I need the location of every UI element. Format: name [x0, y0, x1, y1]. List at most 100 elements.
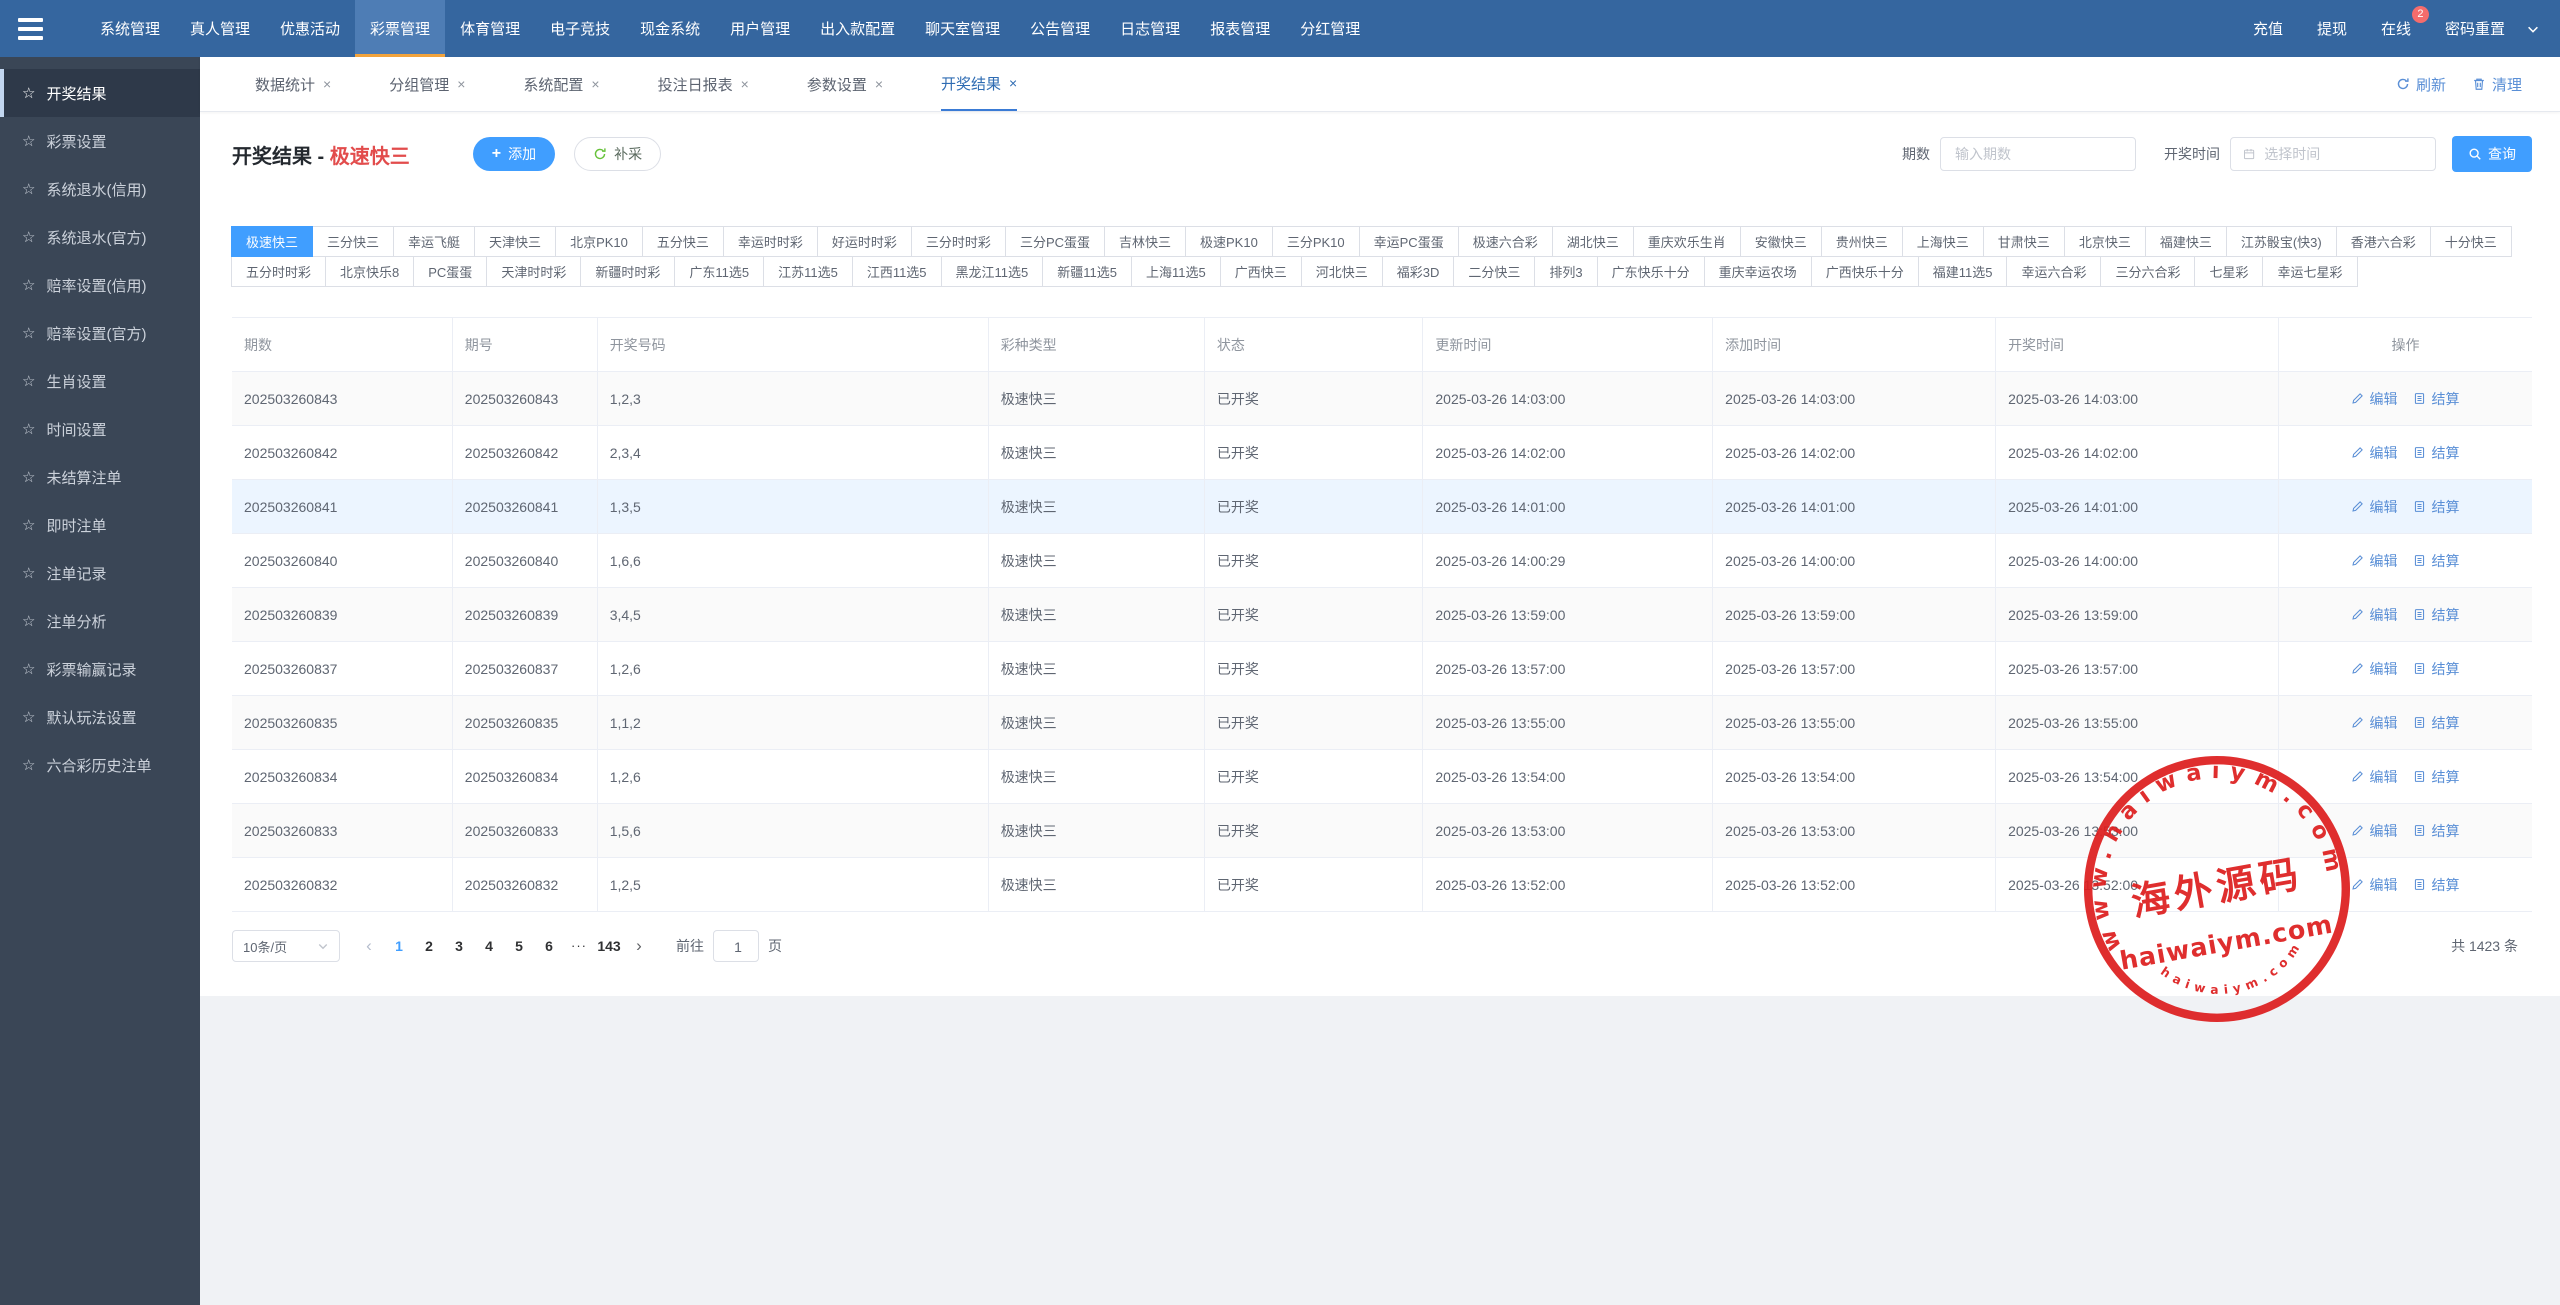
lottery-type-tab[interactable]: 湖北快三 [1552, 226, 1634, 257]
close-icon[interactable]: × [591, 76, 599, 92]
view-tab[interactable]: 开奖结果 × [941, 57, 1017, 111]
lottery-type-tab[interactable]: 新疆11选5 [1042, 256, 1132, 287]
goto-page-input[interactable] [714, 931, 762, 963]
settle-link[interactable]: 结算 [2413, 821, 2459, 841]
navbar-right-item[interactable]: 充值 [2236, 0, 2300, 57]
close-icon[interactable]: × [457, 76, 465, 92]
lottery-type-tab[interactable]: 福彩3D [1382, 256, 1455, 287]
lottery-type-tab[interactable]: 幸运飞艇 [393, 226, 475, 257]
close-icon[interactable]: × [875, 76, 883, 92]
lottery-type-tab[interactable]: 十分快三 [2430, 226, 2512, 257]
sidebar-item[interactable]: ☆ 彩票设置 [0, 117, 200, 165]
page-number[interactable]: 5 [504, 930, 534, 962]
edit-link[interactable]: 编辑 [2351, 767, 2397, 787]
sidebar-item[interactable]: ☆ 生肖设置 [0, 357, 200, 405]
lottery-type-tab[interactable]: 黑龙江11选5 [941, 256, 1044, 287]
sidebar-item[interactable]: ☆ 赔率设置(官方) [0, 309, 200, 357]
lottery-type-tab[interactable]: 福建11选5 [1918, 256, 2008, 287]
sidebar-item[interactable]: ☆ 系统退水(信用) [0, 165, 200, 213]
lottery-type-tab[interactable]: 甘肃快三 [1983, 226, 2065, 257]
page-number[interactable]: 3 [444, 930, 474, 962]
page-number[interactable]: 4 [474, 930, 504, 962]
navbar-item[interactable]: 日志管理 [1105, 0, 1195, 57]
clear-button[interactable]: 清理 [2472, 74, 2522, 95]
navbar-item[interactable]: 优惠活动 [265, 0, 355, 57]
edit-link[interactable]: 编辑 [2351, 497, 2397, 517]
settle-link[interactable]: 结算 [2413, 551, 2459, 571]
chevron-down-icon[interactable] [2522, 0, 2560, 57]
settle-link[interactable]: 结算 [2413, 659, 2459, 679]
page-size-select[interactable]: 10条/页 [232, 930, 340, 962]
sidebar-item[interactable]: ☆ 默认玩法设置 [0, 693, 200, 741]
edit-link[interactable]: 编辑 [2351, 659, 2397, 679]
view-tab[interactable]: 参数设置 × [807, 57, 883, 111]
edit-link[interactable]: 编辑 [2351, 605, 2397, 625]
page-number[interactable]: 6 [534, 930, 564, 962]
last-page-number[interactable]: 143 [594, 930, 624, 962]
lottery-type-tab[interactable]: 幸运时时彩 [723, 226, 818, 257]
navbar-item[interactable]: 用户管理 [715, 0, 805, 57]
lottery-type-tab[interactable]: 新疆时时彩 [580, 256, 675, 287]
sidebar-item[interactable]: ☆ 系统退水(官方) [0, 213, 200, 261]
lottery-type-tab[interactable]: 江苏骰宝(快3) [2226, 226, 2337, 257]
settle-link[interactable]: 结算 [2413, 767, 2459, 787]
navbar-right-item[interactable]: 密码重置 [2428, 0, 2522, 57]
navbar-item[interactable]: 分红管理 [1285, 0, 1375, 57]
navbar-item[interactable]: 出入款配置 [805, 0, 910, 57]
prev-page-button[interactable]: ‹ [354, 930, 384, 962]
lottery-type-tab[interactable]: 好运时时彩 [817, 226, 912, 257]
sidebar-item[interactable]: ☆ 未结算注单 [0, 453, 200, 501]
navbar-item[interactable]: 彩票管理 [355, 0, 445, 57]
edit-link[interactable]: 编辑 [2351, 713, 2397, 733]
lottery-type-tab[interactable]: 河北快三 [1301, 256, 1383, 287]
next-page-button[interactable]: › [624, 930, 654, 962]
period-input[interactable] [1953, 145, 2123, 163]
close-icon[interactable]: × [741, 76, 749, 92]
lottery-type-tab[interactable]: 三分时时彩 [911, 226, 1006, 257]
lottery-type-tab[interactable]: 贵州快三 [1821, 226, 1903, 257]
edit-link[interactable]: 编辑 [2351, 551, 2397, 571]
lottery-type-tab[interactable]: 广东11选5 [674, 256, 764, 287]
lottery-type-tab[interactable]: 三分PC蛋蛋 [1005, 226, 1105, 257]
refresh-button[interactable]: 刷新 [2396, 74, 2446, 95]
view-tab[interactable]: 投注日报表 × [658, 57, 749, 111]
sidebar-item[interactable]: ☆ 赔率设置(信用) [0, 261, 200, 309]
navbar-item[interactable]: 电子竞技 [535, 0, 625, 57]
view-tab[interactable]: 系统配置 × [523, 57, 599, 111]
lottery-type-tab[interactable]: 三分六合彩 [2100, 256, 2195, 287]
open-time-input[interactable] [2262, 145, 2423, 163]
settle-link[interactable]: 结算 [2413, 713, 2459, 733]
query-button[interactable]: 查询 [2452, 136, 2532, 172]
supplement-button[interactable]: 补采 [574, 137, 661, 171]
lottery-type-tab[interactable]: 五分时时彩 [231, 256, 326, 287]
close-icon[interactable]: × [323, 76, 331, 92]
view-tab[interactable]: 数据统计 × [255, 57, 331, 111]
sidebar-item[interactable]: ☆ 注单分析 [0, 597, 200, 645]
navbar-right-item[interactable]: 提现 [2300, 0, 2364, 57]
hamburger-menu-icon[interactable] [0, 0, 59, 57]
lottery-type-tab[interactable]: 北京快乐8 [325, 256, 414, 287]
page-number[interactable]: 2 [414, 930, 444, 962]
navbar-item[interactable]: 现金系统 [625, 0, 715, 57]
sidebar-item[interactable]: ☆ 彩票输赢记录 [0, 645, 200, 693]
lottery-type-tab[interactable]: 幸运七星彩 [2262, 256, 2357, 287]
lottery-type-tab[interactable]: 广东快乐十分 [1597, 256, 1705, 287]
sidebar-item[interactable]: ☆ 开奖结果 [0, 69, 200, 117]
page-number[interactable]: 1 [384, 930, 414, 962]
lottery-type-tab[interactable]: 天津时时彩 [486, 256, 581, 287]
navbar-item[interactable]: 聊天室管理 [910, 0, 1015, 57]
lottery-type-tab[interactable]: 北京PK10 [555, 226, 643, 257]
edit-link[interactable]: 编辑 [2351, 821, 2397, 841]
lottery-type-tab[interactable]: 排列3 [1534, 256, 1597, 287]
lottery-type-tab[interactable]: 三分快三 [312, 226, 394, 257]
lottery-type-tab[interactable]: 五分快三 [642, 226, 724, 257]
lottery-type-tab[interactable]: 天津快三 [474, 226, 556, 257]
lottery-type-tab[interactable]: 香港六合彩 [2336, 226, 2431, 257]
settle-link[interactable]: 结算 [2413, 443, 2459, 463]
edit-link[interactable]: 编辑 [2351, 443, 2397, 463]
settle-link[interactable]: 结算 [2413, 605, 2459, 625]
lottery-type-tab[interactable]: 北京快三 [2064, 226, 2146, 257]
navbar-right-item[interactable]: 在线2 [2364, 0, 2428, 57]
lottery-type-tab[interactable]: 江西11选5 [852, 256, 942, 287]
lottery-type-tab[interactable]: PC蛋蛋 [413, 256, 487, 287]
